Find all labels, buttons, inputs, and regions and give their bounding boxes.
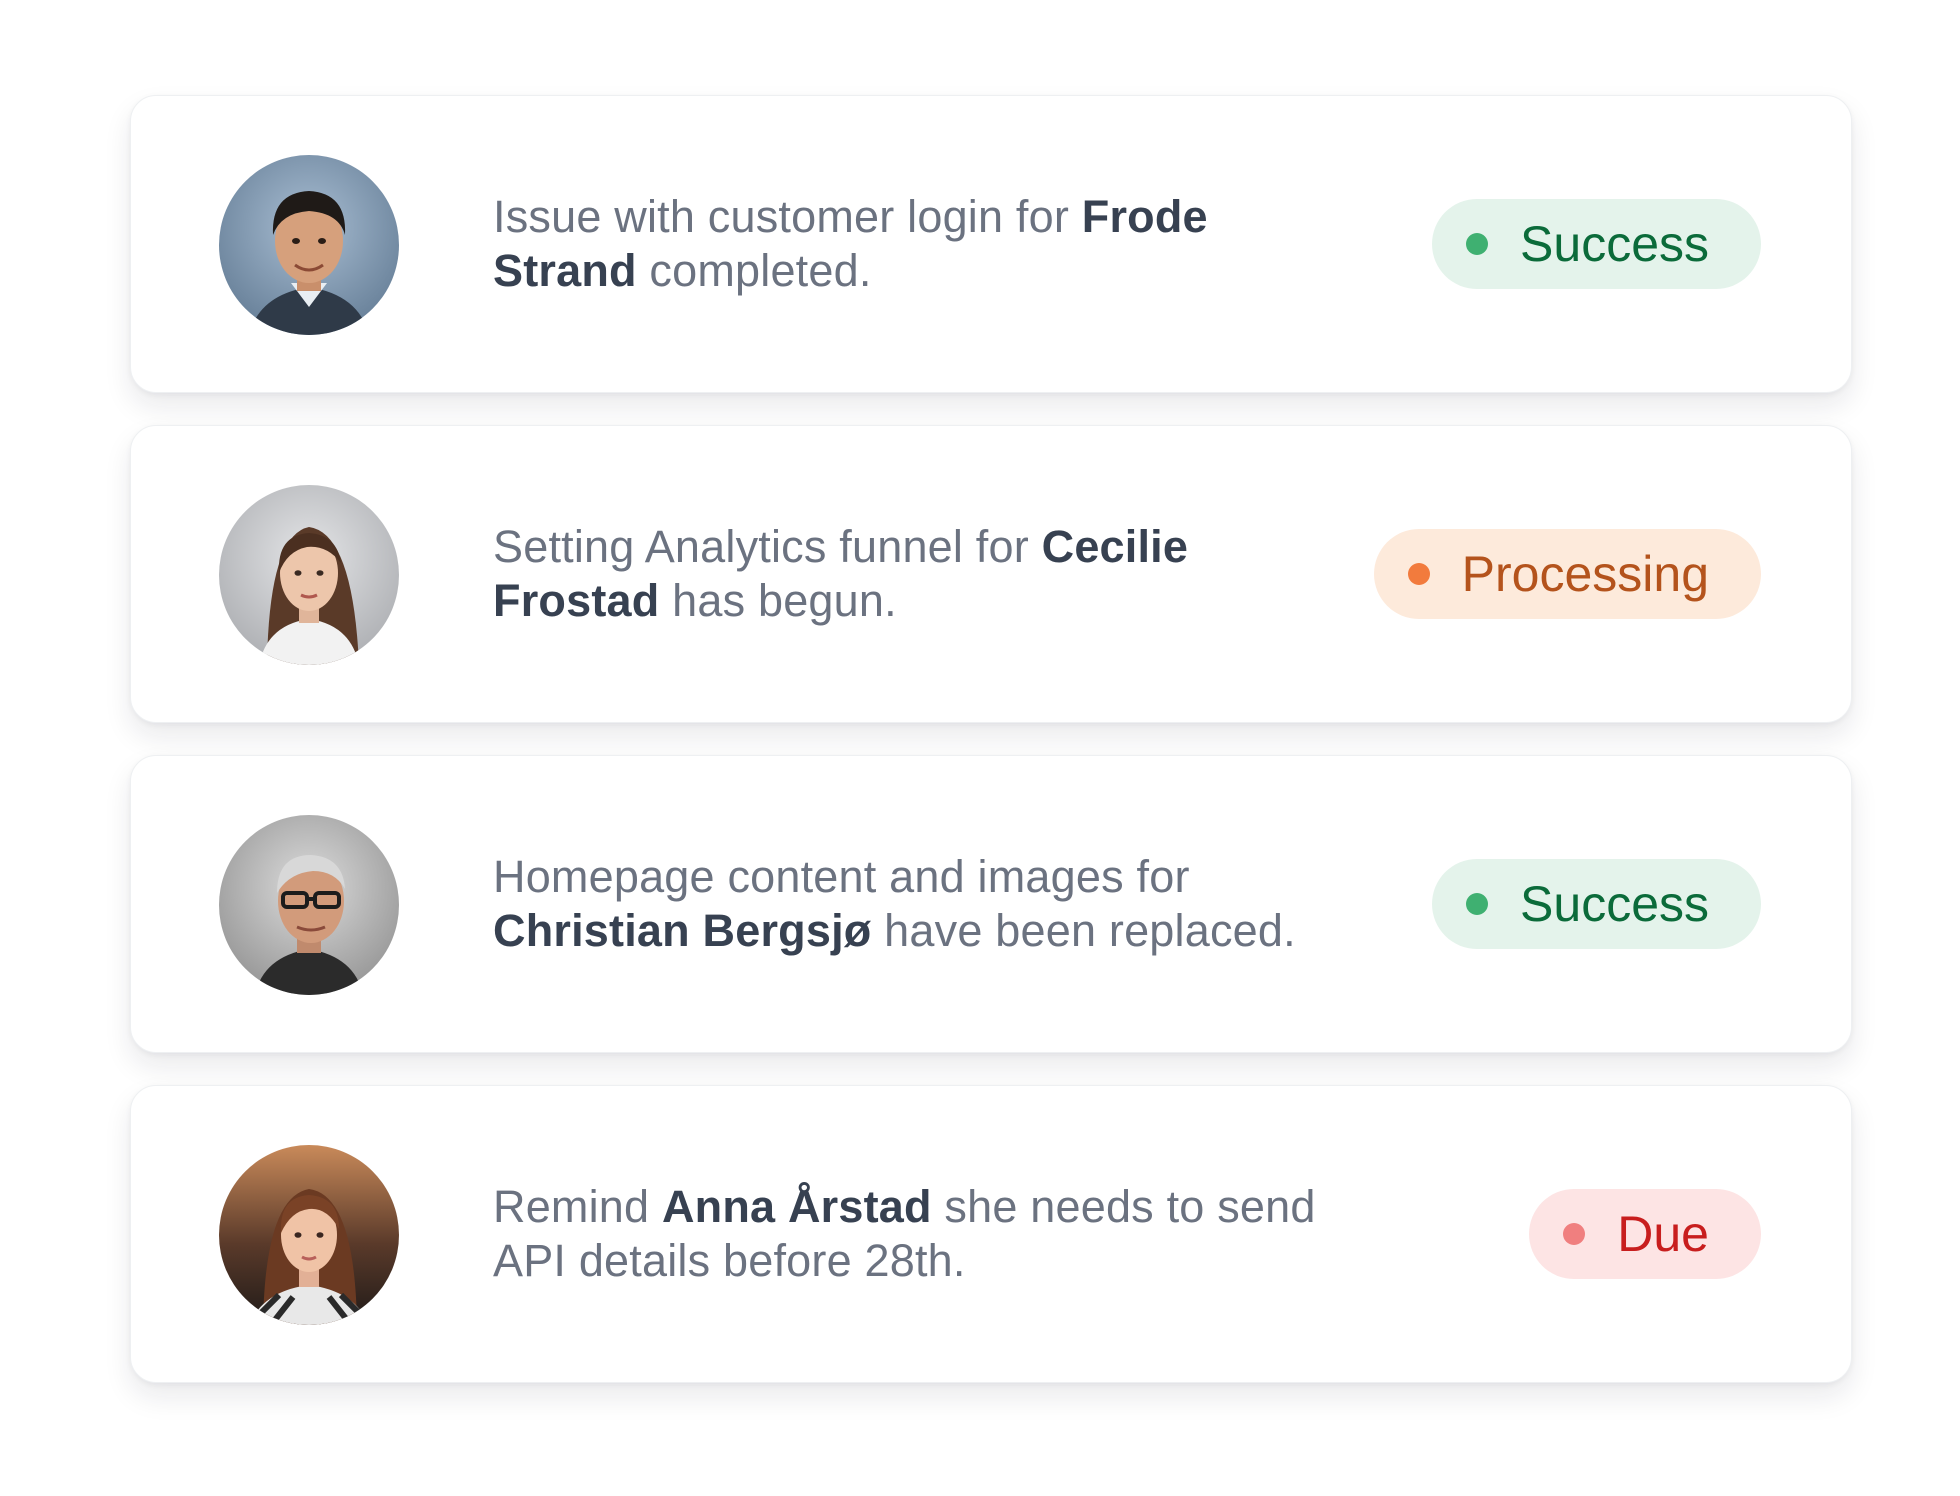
status-dot-icon	[1407, 563, 1430, 585]
activity-message: Setting Analytics funnel for Cecilie Fro…	[493, 521, 1189, 626]
status-label: Success	[1520, 876, 1709, 932]
avatar	[219, 155, 399, 335]
person-name: Anna Årstad	[661, 1181, 932, 1232]
status-badge: Processing	[1373, 529, 1761, 619]
status-label: Processing	[1461, 546, 1709, 602]
activity-card[interactable]: Remind Anna Årstad she needs to send API…	[130, 1085, 1852, 1383]
activity-card[interactable]: Homepage content and images for Christia…	[130, 755, 1852, 1053]
status-badge: Success	[1432, 199, 1761, 289]
status-badge: Success	[1432, 859, 1761, 949]
man-portrait-avatar	[219, 155, 399, 335]
avatar	[219, 1145, 399, 1325]
status-badge: Due	[1529, 1189, 1761, 1279]
young-woman-portrait-avatar	[219, 1145, 399, 1325]
status-label: Due	[1617, 1206, 1709, 1262]
activity-message: Remind Anna Årstad she needs to send API…	[493, 1181, 1316, 1286]
person-name: Christian Bergsjø	[493, 905, 872, 956]
activity-card[interactable]: Issue with customer login for Frode Stra…	[130, 95, 1852, 393]
status-dot-icon	[1466, 233, 1489, 255]
activity-message: Issue with customer login for Frode Stra…	[493, 191, 1208, 296]
avatar	[219, 485, 399, 665]
activity-card[interactable]: Setting Analytics funnel for Cecilie Fro…	[130, 425, 1852, 723]
status-dot-icon	[1466, 893, 1489, 915]
status-label: Success	[1520, 216, 1709, 272]
activity-message: Homepage content and images for Christia…	[493, 851, 1296, 956]
activity-list: Issue with customer login for Frode Stra…	[130, 95, 1852, 1415]
woman-portrait-avatar	[219, 485, 399, 665]
older-man-portrait-avatar	[219, 815, 399, 995]
avatar	[219, 815, 399, 995]
status-dot-icon	[1563, 1223, 1586, 1245]
